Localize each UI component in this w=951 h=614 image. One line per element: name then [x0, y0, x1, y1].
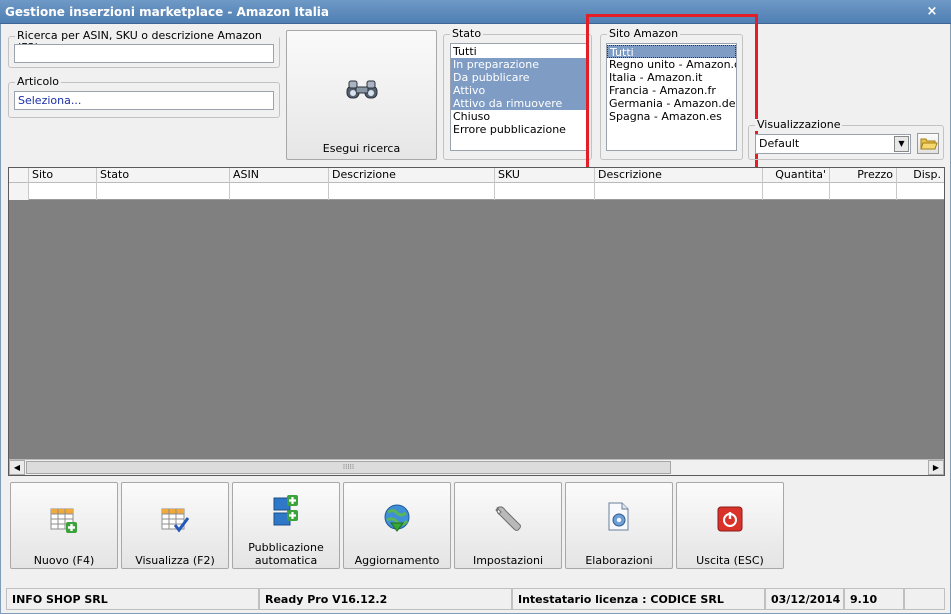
auto-publish-button[interactable]: Pubblicazione automatica — [232, 482, 340, 569]
close-icon: × — [926, 4, 938, 19]
article-field[interactable]: Seleziona... — [14, 91, 274, 110]
status-license: Intestatario licenza : CODICE SRL — [512, 588, 765, 610]
grid-filter-row[interactable] — [9, 183, 944, 200]
document-gear-icon — [608, 502, 629, 531]
scroll-thumb[interactable]: ⁞⁞⁞⁞⁞ — [26, 461, 671, 474]
view-select[interactable]: Default ▼ — [755, 134, 911, 154]
update-button-label: Aggiornamento — [354, 554, 440, 567]
status-company: INFO SHOP SRL — [6, 588, 259, 610]
column-header[interactable]: Prezzo — [830, 168, 897, 183]
exit-button-label: Uscita (ESC) — [696, 554, 764, 567]
view-button-label: Visualizza (F2) — [135, 554, 215, 567]
settings-button[interactable]: Impostazioni — [454, 482, 562, 569]
grid-check-icon — [161, 508, 190, 533]
column-header[interactable]: ASIN — [230, 168, 329, 183]
chevron-down-icon[interactable]: ▼ — [894, 136, 909, 152]
scroll-right-button[interactable]: ▶ — [928, 460, 944, 475]
power-icon — [717, 506, 743, 532]
column-header[interactable]: Quantita' — [763, 168, 830, 183]
processing-button-label: Elaborazioni — [585, 554, 653, 567]
state-label: Stato — [450, 27, 484, 40]
column-header[interactable]: Descrizione — [329, 168, 495, 183]
search-group: Ricerca per ASIN, SKU o descrizione Amaz… — [8, 30, 280, 68]
column-header[interactable]: Descrizione — [595, 168, 763, 183]
processing-button[interactable]: Elaborazioni — [565, 482, 673, 569]
state-option[interactable]: Tutti — [451, 45, 586, 58]
column-header[interactable]: SKU — [495, 168, 595, 183]
column-header[interactable]: Disp. — [897, 168, 944, 183]
state-listbox[interactable]: Tutti In preparazione Da pubblicare Atti… — [450, 43, 587, 151]
scroll-left-button[interactable]: ◀ — [9, 460, 25, 475]
search-button[interactable]: Esegui ricerca — [286, 30, 437, 160]
open-folder-button[interactable] — [917, 133, 939, 154]
window-title: Gestione inserzioni marketplace - Amazon… — [5, 5, 330, 19]
wrench-icon — [495, 506, 521, 531]
status-version: Ready Pro V16.12.2 — [259, 588, 512, 610]
auto-publish-button-label-2: automatica — [254, 554, 318, 567]
state-group: Stato Tutti In preparazione Da pubblicar… — [443, 28, 592, 160]
globe-update-icon — [384, 504, 410, 532]
view-group: Visualizzazione Default ▼ — [748, 119, 944, 160]
article-group: Articolo Seleziona... — [8, 76, 280, 118]
column-header[interactable]: Stato — [97, 168, 230, 183]
grid-indicator-header — [9, 168, 29, 183]
horizontal-scrollbar[interactable]: ◀ ⁞⁞⁞⁞⁞ ▶ — [9, 459, 944, 475]
publish-icon — [273, 495, 298, 526]
status-time: 9.10 — [844, 588, 904, 610]
search-button-label: Esegui ricerca — [322, 142, 401, 155]
status-date: 03/12/2014 — [765, 588, 844, 610]
listings-grid[interactable]: Sito Stato ASIN Descrizione SKU Descrizi… — [8, 167, 945, 476]
state-option[interactable]: Errore pubblicazione — [451, 123, 586, 136]
settings-button-label: Impostazioni — [472, 554, 544, 567]
view-button[interactable]: Visualizza (F2) — [121, 482, 229, 569]
status-extra — [904, 588, 945, 610]
window-title-bar: Gestione inserzioni marketplace - Amazon… — [0, 0, 951, 24]
grid-add-icon — [50, 508, 77, 533]
auto-publish-button-label: Pubblicazione — [248, 541, 324, 554]
article-field-value: Seleziona... — [18, 94, 82, 107]
folder-icon — [920, 138, 938, 150]
update-button[interactable]: Aggiornamento — [343, 482, 451, 569]
exit-button[interactable]: Uscita (ESC) — [676, 482, 784, 569]
state-option[interactable]: Chiuso — [451, 110, 586, 123]
view-label: Visualizzazione — [755, 118, 843, 131]
state-option[interactable]: Attivo da rimuovere — [451, 97, 586, 110]
state-option[interactable]: Attivo — [451, 84, 586, 97]
close-button[interactable]: × — [918, 3, 946, 20]
grid-header: Sito Stato ASIN Descrizione SKU Descrizi… — [9, 168, 944, 183]
article-label: Articolo — [15, 75, 61, 88]
highlight-rectangle — [586, 14, 758, 182]
state-option[interactable]: In preparazione — [451, 58, 586, 71]
binoculars-icon — [346, 80, 378, 99]
new-button-label: Nuovo (F4) — [33, 554, 95, 567]
column-header[interactable]: Sito — [29, 168, 97, 183]
new-button[interactable]: Nuovo (F4) — [10, 482, 118, 569]
state-option[interactable]: Da pubblicare — [451, 71, 586, 84]
search-input[interactable] — [14, 44, 274, 63]
view-select-value: Default — [759, 137, 800, 150]
